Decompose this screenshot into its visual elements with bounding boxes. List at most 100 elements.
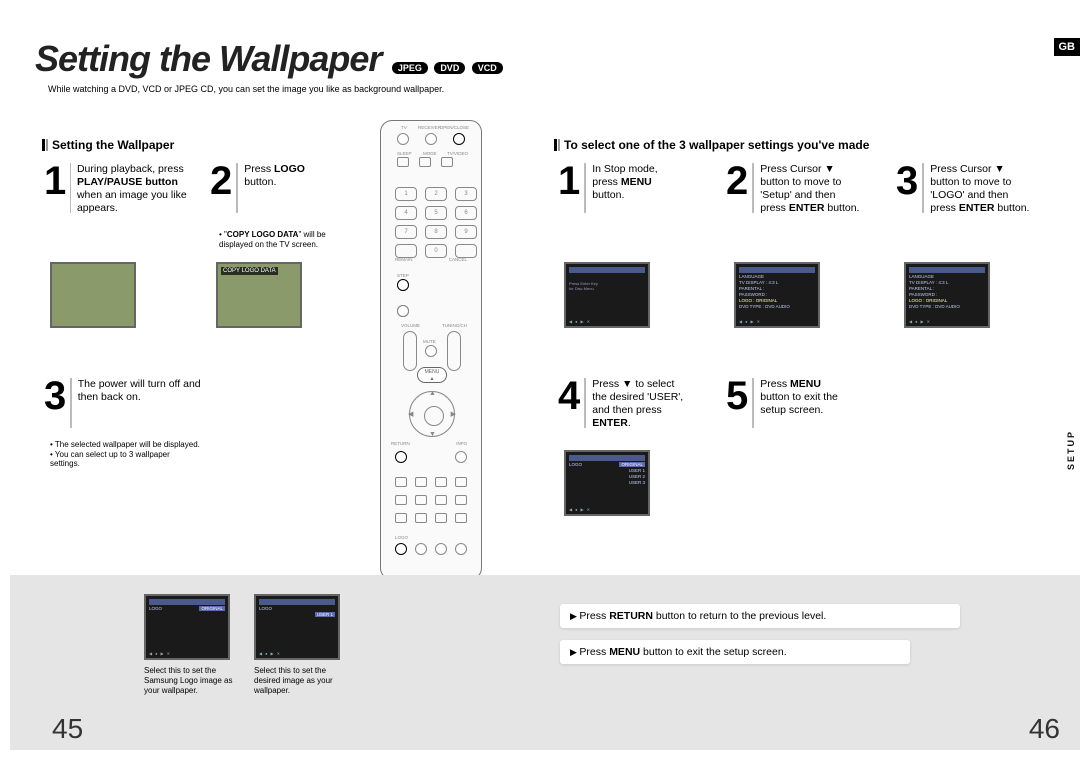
tip-return: Press RETURN button to return to the pre… xyxy=(560,604,960,628)
menu-shot-4: LOGOORIGINAL USER 1 USER 2 USER 3 ◀●▶✕ xyxy=(564,450,650,516)
step-number: 2 xyxy=(210,163,232,199)
mode-btn xyxy=(455,513,467,523)
misc-button xyxy=(415,543,427,555)
intro-text: While watching a DVD, VCD or JPEG CD, yo… xyxy=(48,84,1060,94)
left-step-2: 2 Press LOGObutton. xyxy=(210,163,360,213)
step-text: Press Cursor ▼button to move to'Setup' a… xyxy=(760,163,859,216)
info-button xyxy=(455,451,467,463)
misc-button xyxy=(455,543,467,555)
page-title: Setting the Wallpaper xyxy=(35,38,381,79)
format-badges: JPEG DVD VCD xyxy=(392,58,505,76)
mode-btn xyxy=(415,495,427,505)
left-step3-notes: The selected wallpaper will be displayed… xyxy=(50,440,200,469)
open-close-icon xyxy=(453,133,465,145)
sec-bar-r xyxy=(554,139,557,151)
step-number: 1 xyxy=(44,163,66,199)
mute-button xyxy=(425,345,437,357)
step-divider xyxy=(236,163,238,213)
step-divider xyxy=(752,378,754,428)
mode-btn xyxy=(435,477,447,487)
right-step-4: 4 Press ▼ to selectthe desired 'USER',an… xyxy=(558,378,728,431)
page-header: Setting the Wallpaper JPEG DVD VCD While… xyxy=(35,38,1060,94)
receiver-power-icon xyxy=(425,133,437,145)
setup-side-tab: SETUP xyxy=(1066,430,1076,470)
step-text: Press ▼ to selectthe desired 'USER',and … xyxy=(592,378,683,431)
remote-control-diagram: TV RECEIVER OPEN/CLOSE SLEEP MODE TV/VID… xyxy=(380,120,482,580)
step-divider xyxy=(584,163,586,213)
photo-thumbnail-copy: COPY LOGO DATA xyxy=(216,262,302,328)
remain-button xyxy=(395,244,417,258)
tv-power-icon xyxy=(397,133,409,145)
right-step-3: 3 Press Cursor ▼button to move to'LOGO' … xyxy=(896,163,1066,216)
badge-dvd: DVD xyxy=(434,62,465,74)
sec-bar2 xyxy=(46,139,48,151)
mode-btn xyxy=(435,513,447,523)
dvd-button xyxy=(419,157,431,167)
mode-btn xyxy=(395,495,407,505)
badge-jpeg: JPEG xyxy=(392,62,428,74)
step-divider xyxy=(752,163,754,213)
play-pause-button xyxy=(397,279,409,291)
menu-shuttle: MENU▲ xyxy=(417,367,447,383)
page-number-left: 45 xyxy=(52,713,83,745)
menu-shot-2: LANGUAGE TV DISPLAY : 4:3 L PARENTAL : P… xyxy=(734,262,820,328)
step-number: 5 xyxy=(726,378,748,414)
sec-bar2-r xyxy=(558,139,560,151)
section-title-right: To select one of the 3 wallpaper setting… xyxy=(564,138,869,152)
step-number: 3 xyxy=(44,378,66,414)
right-step-1: 1 In Stop mode,press MENUbutton. xyxy=(558,163,718,213)
mode-btn xyxy=(455,495,467,505)
mode-btn xyxy=(455,477,467,487)
logo-option-shot-2: LOGO USER 1 ◀●▶✕ xyxy=(254,594,340,660)
step-number: 3 xyxy=(896,163,918,199)
mode-btn xyxy=(395,513,407,523)
cursor-ring: ▲ ▼ ◀ ▶ xyxy=(409,391,455,437)
misc-button xyxy=(435,543,447,555)
left-step-1: 1 During playback, press PLAY/PAUSE butt… xyxy=(44,163,204,216)
step-number: 2 xyxy=(726,163,748,199)
step-text: Press Cursor ▼button to move to'LOGO' an… xyxy=(930,163,1029,216)
left-step2-note: "COPY LOGO DATA" will be displayed on th… xyxy=(219,230,359,249)
step-text: The power will turn off and then back on… xyxy=(78,378,214,404)
step-divider xyxy=(70,163,71,213)
logo-button xyxy=(395,543,407,555)
step-number: 1 xyxy=(558,163,580,199)
tuning-rocker xyxy=(447,331,461,371)
note: The selected wallpaper will be displayed… xyxy=(50,440,200,450)
page-number-right: 46 xyxy=(1029,713,1060,745)
logo-option-shot-1: LOGOORIGINAL ◀●▶✕ xyxy=(144,594,230,660)
next-icon xyxy=(397,305,409,317)
photo-thumbnail xyxy=(50,262,136,328)
mode-btn xyxy=(415,477,427,487)
left-step-3: 3 The power will turn off and then back … xyxy=(44,378,214,428)
number-pad: 123 456 789 0 xyxy=(395,187,477,258)
mode-btn xyxy=(435,495,447,505)
step-text: During playback, press PLAY/PAUSE button… xyxy=(77,163,204,216)
section-title-left: Setting the Wallpaper xyxy=(52,138,174,152)
step-divider xyxy=(922,163,924,213)
volume-rocker xyxy=(403,331,417,371)
aux-button xyxy=(397,157,409,167)
right-step-5: 5 Press MENUbutton to exit thesetup scre… xyxy=(726,378,896,428)
copy-logo-overlay: COPY LOGO DATA xyxy=(221,267,278,275)
right-step-2: 2 Press Cursor ▼button to move to'Setup'… xyxy=(726,163,896,216)
menu-shot-3: LANGUAGE TV DISPLAY : 4:3 L PARENTAL : P… xyxy=(904,262,990,328)
step-text: Press MENUbutton to exit thesetup screen… xyxy=(760,378,838,417)
step-number: 4 xyxy=(558,378,580,414)
step-divider xyxy=(584,378,586,428)
tip-menu: Press MENU button to exit the setup scre… xyxy=(560,640,910,664)
step-text: In Stop mode,press MENUbutton. xyxy=(592,163,657,202)
menu-shot-1: Press Enter Key for Disc Menu ◀●▶✕ xyxy=(564,262,650,328)
mode-btn xyxy=(395,477,407,487)
sec-bar xyxy=(42,139,45,151)
tuner-button xyxy=(441,157,453,167)
footer-caption-2: Select this to set the desired image as … xyxy=(254,666,354,696)
cancel-button xyxy=(455,244,477,258)
step-text: Press LOGObutton. xyxy=(244,163,305,189)
note: You can select up to 3 wallpaper setting… xyxy=(50,450,200,469)
mode-btn xyxy=(415,513,427,523)
step-divider xyxy=(70,378,71,428)
badge-vcd: VCD xyxy=(472,62,503,74)
footer-caption-1: Select this to set the Samsung Logo imag… xyxy=(144,666,238,696)
return-button xyxy=(395,451,407,463)
